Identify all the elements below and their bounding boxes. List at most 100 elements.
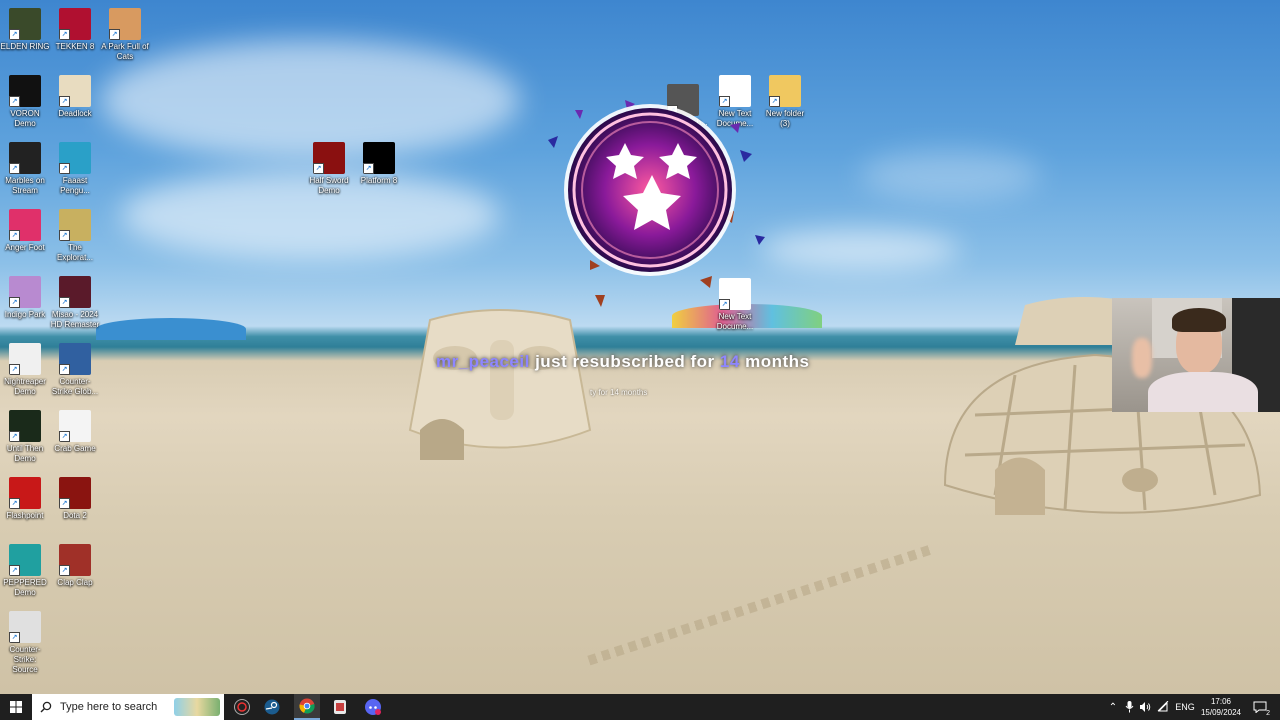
alert-subtext: ty for 14 months <box>590 388 648 397</box>
half-sword-demo-icon: ↗ <box>313 142 345 174</box>
desktop-icon-indigo-park[interactable]: ↗ Indigo Park <box>0 272 50 320</box>
desktop-icon-label: Clap Clap <box>57 578 93 587</box>
desktop-icon-elden-ring[interactable]: ↗ ELDEN RING <box>0 4 50 52</box>
microphone-icon <box>1125 701 1133 713</box>
anger-foot-icon: ↗ <box>9 209 41 241</box>
windows-logo-icon <box>10 701 22 713</box>
search-icon <box>40 701 52 713</box>
tray-overflow-chevron-icon[interactable]: ⌃ <box>1106 694 1120 720</box>
desktop-icon-platform-8[interactable]: ↗ Platform 8 <box>354 138 404 186</box>
streamer-hair <box>1172 308 1226 332</box>
taskbar-obs[interactable] <box>230 694 254 720</box>
elden-ring-icon: ↗ <box>9 8 41 40</box>
until-then-demo-icon: ↗ <box>9 410 41 442</box>
shortcut-arrow-icon: ↗ <box>9 632 20 643</box>
network-icon <box>1157 701 1169 712</box>
shortcut-arrow-icon: ↗ <box>59 565 70 576</box>
deadlock-icon: ↗ <box>59 75 91 107</box>
shortcut-arrow-icon: ↗ <box>9 297 20 308</box>
shortcut-arrow-icon: ↗ <box>59 364 70 375</box>
desktop-icon-label: Marbles on Stream <box>5 176 45 195</box>
desktop-icon-deadlock[interactable]: ↗ Deadlock <box>50 71 100 119</box>
desktop-icon-misao-remaster[interactable]: ↗ Misao - 2024 HD Remaster <box>50 272 100 330</box>
desktop-icon-label: Counter-Strike Glob... <box>51 377 99 396</box>
alert-text-end: months <box>745 352 810 371</box>
tray-network[interactable] <box>1156 694 1170 720</box>
desktop-icon-label: TEKKEN 8 <box>55 42 95 51</box>
alert-text-middle: just resubscribed for <box>535 352 715 371</box>
shortcut-arrow-icon: ↗ <box>9 29 20 40</box>
search-box[interactable]: Type here to search <box>32 694 224 720</box>
desktop-icon-label: Deadlock <box>58 109 92 118</box>
desktop-icon-crab-game[interactable]: ↗ Crab Game <box>50 406 100 454</box>
desktop-icon-peppered-demo[interactable]: ↗ PEPPERED Demo <box>0 540 50 598</box>
cloud <box>760 230 960 270</box>
desktop-icon-half-sword-demo[interactable]: ↗ Half Sword Demo <box>304 138 354 196</box>
tray-volume[interactable] <box>1138 694 1152 720</box>
desktop-icon-label: Indigo Park <box>4 310 46 319</box>
search-highlight-image <box>174 698 220 716</box>
start-button[interactable] <box>0 694 32 720</box>
desktop-icon-marbles-on-stream[interactable]: ↗ Marbles on Stream <box>0 138 50 196</box>
desktop-icon-label: Crab Game <box>54 444 96 453</box>
taskbar-discord[interactable] <box>360 694 386 720</box>
obs-icon <box>234 699 250 715</box>
desktop-icon-anger-foot[interactable]: ↗ Anger Foot <box>0 205 50 253</box>
desktop-icon-flashpoint[interactable]: ↗ Flashpoint <box>0 473 50 521</box>
taskbar-app[interactable] <box>328 694 352 720</box>
desktop-icon-the-exploration[interactable]: ↗ The Explorat... <box>50 205 100 263</box>
desktop-icon-label: Faaast Pengu... <box>60 176 90 195</box>
desktop-icon-label: Counter-Strike: Source <box>9 645 41 674</box>
taskbar-steam[interactable] <box>260 694 284 720</box>
shortcut-arrow-icon: ↗ <box>59 163 70 174</box>
volume-icon <box>1140 702 1151 712</box>
shortcut-arrow-icon: ↗ <box>59 297 70 308</box>
taskbar-chrome[interactable] <box>294 694 320 720</box>
clock-time: 17:06 <box>1210 697 1232 706</box>
desktop-icon-park-full-of-cats[interactable]: ↗ A Park Full of Cats <box>100 4 150 62</box>
dota-2-icon: ↗ <box>59 477 91 509</box>
shortcut-arrow-icon: ↗ <box>59 498 70 509</box>
desktop-icon-clap-clap[interactable]: ↗ Clap Clap <box>50 540 100 588</box>
tray-clock[interactable]: 17:06 15/09/2024 <box>1200 696 1242 718</box>
tray-notifications[interactable]: 2 <box>1248 694 1272 720</box>
app-icon <box>334 700 346 714</box>
faaast-penguin-icon: ↗ <box>59 142 91 174</box>
shell-path <box>587 544 933 666</box>
desktop-icon-dota-2[interactable]: ↗ Dota 2 <box>50 473 100 521</box>
nightreaper-demo-icon: ↗ <box>9 343 41 375</box>
shortcut-arrow-icon: ↗ <box>59 230 70 241</box>
marbles-on-stream-icon: ↗ <box>9 142 41 174</box>
notification-icon <box>1253 701 1267 713</box>
counter-strike-source-icon: ↗ <box>9 611 41 643</box>
chrome-icon <box>299 698 315 714</box>
desktop-icon-until-then-demo[interactable]: ↗ Until Then Demo <box>0 406 50 464</box>
desktop-icon-tekken-8[interactable]: ↗ TEKKEN 8 <box>50 4 100 52</box>
desktop-icon-nightreaper-demo[interactable]: ↗ Nightreaper Demo <box>0 339 50 397</box>
shortcut-arrow-icon: ↗ <box>59 96 70 107</box>
webcam-overlay <box>1112 298 1280 412</box>
desktop-icon-counter-strike-go[interactable]: ↗ Counter-Strike Glob... <box>50 339 100 397</box>
desktop-icon-faaast-penguin[interactable]: ↗ Faaast Pengu... <box>50 138 100 196</box>
shortcut-arrow-icon: ↗ <box>9 498 20 509</box>
subscriber-badge-icon <box>548 100 765 307</box>
desktop-icon-label: A Park Full of Cats <box>101 42 149 61</box>
shortcut-arrow-icon: ↗ <box>313 163 324 174</box>
desktop-icon-label: New Text Docume... <box>716 312 754 331</box>
desktop-icon-label: Platform 8 <box>360 176 398 185</box>
counter-strike-go-icon: ↗ <box>59 343 91 375</box>
clap-clap-icon: ↗ <box>59 544 91 576</box>
desktop-icon-counter-strike-source[interactable]: ↗ Counter-Strike: Source <box>0 607 50 675</box>
shortcut-arrow-icon: ↗ <box>9 431 20 442</box>
discord-icon <box>365 699 381 715</box>
shortcut-arrow-icon: ↗ <box>9 96 20 107</box>
beach-umbrella <box>96 318 246 340</box>
steam-icon <box>264 699 280 715</box>
desktop-icon-voron-demo[interactable]: ↗ VORON Demo <box>0 71 50 129</box>
shortcut-arrow-icon: ↗ <box>59 431 70 442</box>
clock-date: 15/09/2024 <box>1200 708 1242 717</box>
tray-language[interactable]: ENG <box>1174 694 1196 720</box>
desktop-icon-label: The Explorat... <box>56 243 93 262</box>
park-full-of-cats-icon: ↗ <box>109 8 141 40</box>
tray-microphone[interactable] <box>1122 694 1136 720</box>
